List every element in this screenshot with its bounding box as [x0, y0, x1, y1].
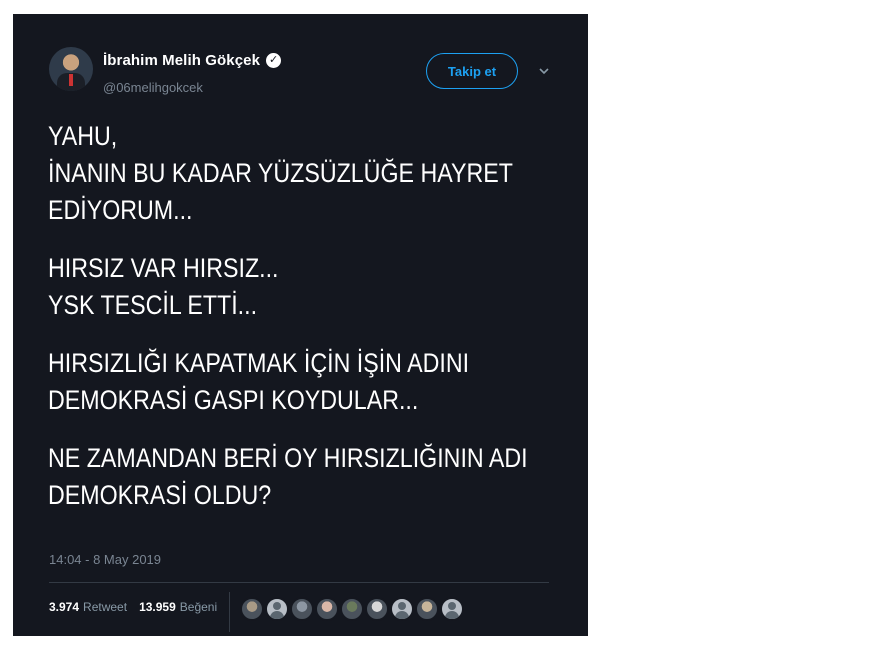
author-name-row: İbrahim Melih Gökçek ✓ [103, 52, 282, 69]
liker-avatar[interactable] [415, 597, 439, 621]
chevron-down-icon[interactable] [537, 64, 551, 78]
tweet-line: DEMOKRASİ OLDU? [48, 480, 272, 510]
avatar[interactable] [49, 47, 93, 91]
retweet-stat[interactable]: 3.974 Retweet [49, 600, 127, 614]
tweet-line: HIRSIZLIĞI KAPATMAK İÇİN İŞİN ADINI [48, 348, 470, 378]
follow-button[interactable]: Takip et [426, 53, 518, 89]
tweet-stats: 3.974 Retweet 13.959 Beğeni [49, 600, 217, 614]
stats-divider [49, 582, 549, 583]
avatar-tie [69, 74, 73, 86]
liker-avatar[interactable] [290, 597, 314, 621]
tweet-line: DEMOKRASİ GASPI KOYDULAR... [48, 385, 419, 415]
retweet-count: 3.974 [49, 600, 80, 614]
tweet-paragraph: HIRSIZ VAR HIRSIZ... YSK TESCİL ETTİ... [48, 250, 564, 324]
verified-badge-icon: ✓ [266, 53, 282, 68]
liker-avatar[interactable] [240, 597, 264, 621]
tweet-text: YAHU, İNANIN BU KADAR YÜZSÜZLÜĞE HAYRET … [48, 118, 564, 535]
like-label: Beğeni [179, 600, 218, 614]
tweet-paragraph: NE ZAMANDAN BERİ OY HIRSIZLIĞININ ADI DE… [48, 440, 564, 514]
like-count: 13.959 [139, 600, 176, 614]
tweet-paragraph: YAHU, İNANIN BU KADAR YÜZSÜZLÜĞE HAYRET … [48, 118, 564, 229]
liker-avatar[interactable] [365, 597, 389, 621]
liker-avatar[interactable] [440, 597, 464, 621]
author-display-name[interactable]: İbrahim Melih Gökçek [103, 52, 260, 69]
retweet-label: Retweet [83, 600, 128, 614]
liker-avatar[interactable] [340, 597, 364, 621]
tweet-line: İNANIN BU KADAR YÜZSÜZLÜĞE HAYRET [48, 158, 513, 188]
tweet-line: YAHU, [48, 121, 118, 151]
like-stat[interactable]: 13.959 Beğeni [139, 600, 217, 614]
stats-separator [229, 592, 230, 632]
tweet-paragraph: HIRSIZLIĞI KAPATMAK İÇİN İŞİN ADINI DEMO… [48, 345, 564, 419]
tweet-line: EDİYORUM... [48, 195, 193, 225]
liker-avatar[interactable] [315, 597, 339, 621]
author-handle[interactable]: @06melihgokcek [103, 80, 203, 95]
liker-avatar[interactable] [390, 597, 414, 621]
tweet-line: HIRSIZ VAR HIRSIZ... [48, 253, 279, 283]
tweet-line: YSK TESCİL ETTİ... [48, 290, 258, 320]
liker-avatars [240, 597, 464, 621]
tweet-card: İbrahim Melih Gökçek ✓ @06melihgokcek Ta… [13, 14, 588, 636]
tweet-line: NE ZAMANDAN BERİ OY HIRSIZLIĞININ ADI [48, 443, 528, 473]
liker-avatar[interactable] [265, 597, 289, 621]
tweet-timestamp[interactable]: 14:04 - 8 May 2019 [49, 552, 161, 567]
